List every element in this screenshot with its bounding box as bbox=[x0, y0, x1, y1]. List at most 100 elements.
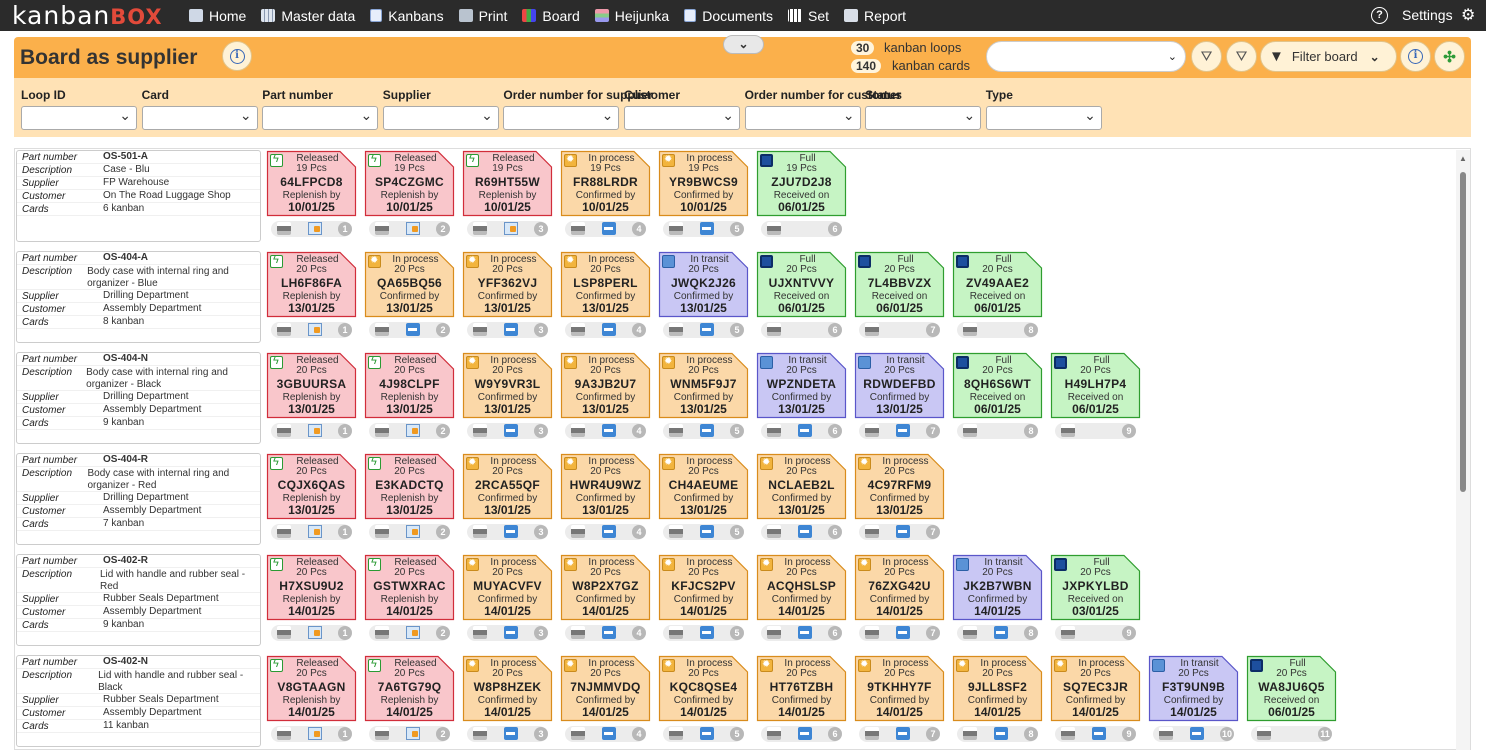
edit-kanban-icon[interactable] bbox=[308, 424, 322, 437]
edit-kanban-icon[interactable] bbox=[406, 626, 420, 639]
print-icon[interactable] bbox=[865, 323, 879, 336]
kanban-card[interactable]: In process20 PcsYFF362VJConfirmed by13/0… bbox=[462, 251, 553, 318]
kanban-card[interactable]: Released20 PcsV8GTAAGNReplenish by14/01/… bbox=[266, 655, 357, 722]
skip-icon[interactable] bbox=[798, 424, 812, 437]
kanban-card[interactable]: Released20 PcsH7XSU9U2Replenish by14/01/… bbox=[266, 554, 357, 621]
print-icon[interactable] bbox=[277, 323, 291, 336]
skip-icon[interactable] bbox=[700, 424, 714, 437]
skip-icon[interactable] bbox=[1190, 727, 1204, 740]
print-icon[interactable] bbox=[571, 525, 585, 538]
print-icon[interactable] bbox=[669, 626, 683, 639]
kanban-card[interactable]: Full 20 Pcs 8QH6S6WT Received on 06/01/25 bbox=[952, 352, 1043, 419]
kanban-card[interactable]: In process20 PcsHWR4U9WZConfirmed by13/0… bbox=[560, 453, 651, 520]
print-icon[interactable] bbox=[865, 525, 879, 538]
kanban-card[interactable]: In transit 20 Pcs F3T9UN9B Confirmed by 14/0… bbox=[1148, 655, 1239, 722]
skip-icon[interactable] bbox=[504, 525, 518, 538]
kanban-card[interactable]: In process20 Pcs7NJMMVDQConfirmed by14/0… bbox=[560, 655, 651, 722]
filter-select[interactable] bbox=[141, 106, 258, 130]
kanban-card[interactable]: In process20 PcsLSP8PERLConfirmed by13/0… bbox=[560, 251, 651, 318]
print-icon[interactable] bbox=[1061, 424, 1075, 437]
nav-item-master-data[interactable]: Master data bbox=[261, 8, 355, 24]
print-icon[interactable] bbox=[571, 222, 585, 235]
skip-icon[interactable] bbox=[602, 222, 616, 235]
skip-icon[interactable] bbox=[700, 323, 714, 336]
print-icon[interactable] bbox=[473, 626, 487, 639]
print-icon[interactable] bbox=[1257, 727, 1271, 740]
add-filter-button[interactable]: ⛛ bbox=[1191, 41, 1222, 72]
collapse-header-button[interactable]: ⌄ bbox=[723, 35, 764, 54]
kanban-card[interactable]: In process20 PcsCH4AEUMEConfirmed by13/0… bbox=[658, 453, 749, 520]
kanban-card[interactable]: Released19 PcsR69HT55WReplenish by10/01/… bbox=[462, 150, 553, 217]
print-icon[interactable] bbox=[277, 222, 291, 235]
skip-icon[interactable] bbox=[504, 323, 518, 336]
print-icon[interactable] bbox=[473, 424, 487, 437]
nav-item-kanbans[interactable]: Kanbans bbox=[370, 8, 444, 24]
kanban-card[interactable]: Released19 PcsSP4CZGMCReplenish by10/01/… bbox=[364, 150, 455, 217]
kanban-card[interactable]: Released20 PcsGSTWXRACReplenish by14/01/… bbox=[364, 554, 455, 621]
print-icon[interactable] bbox=[571, 727, 585, 740]
kanban-card[interactable]: Released20 Pcs4J98CLPFReplenish by13/01/… bbox=[364, 352, 455, 419]
nav-item-set[interactable]: Set bbox=[788, 8, 829, 24]
kanban-card[interactable]: In process19 PcsYR9BWCS9Confirmed by10/0… bbox=[658, 150, 749, 217]
part-info-panel[interactable]: Part number OS-402-N Description Lid with h… bbox=[16, 655, 261, 747]
edit-kanban-icon[interactable] bbox=[406, 424, 420, 437]
part-info-panel[interactable]: Part number OS-402-R Description Lid with h… bbox=[16, 554, 261, 646]
print-icon[interactable] bbox=[473, 323, 487, 336]
filter-board-dropdown[interactable]: ▼ Filter board ⌄ bbox=[1260, 41, 1397, 72]
help-icon[interactable]: ? bbox=[1371, 7, 1388, 24]
kanban-card[interactable]: Full 20 Pcs H49LH7P4 Received on 06/01/25 bbox=[1050, 352, 1141, 419]
skip-icon[interactable] bbox=[896, 525, 910, 538]
kanban-card[interactable]: In process19 PcsFR88LRDRConfirmed by10/0… bbox=[560, 150, 651, 217]
kanban-card[interactable]: In process20 Pcs76ZXG42UConfirmed by14/0… bbox=[854, 554, 945, 621]
print-icon[interactable] bbox=[1061, 727, 1075, 740]
filter-select[interactable] bbox=[985, 106, 1102, 130]
skip-icon[interactable] bbox=[406, 323, 420, 336]
kanban-card[interactable]: In process20 Pcs9JLL8SF2Confirmed by14/0… bbox=[952, 655, 1043, 722]
skip-icon[interactable] bbox=[602, 323, 616, 336]
kanban-card[interactable]: In transit 20 Pcs JWQK2J26 Confirmed by 13/0… bbox=[658, 251, 749, 318]
skip-icon[interactable] bbox=[798, 525, 812, 538]
nav-item-home[interactable]: Home bbox=[189, 8, 246, 24]
skip-icon[interactable] bbox=[700, 525, 714, 538]
skip-icon[interactable] bbox=[602, 424, 616, 437]
print-icon[interactable] bbox=[1159, 727, 1173, 740]
kanban-card[interactable]: In process20 PcsW8P2X7GZConfirmed by14/0… bbox=[560, 554, 651, 621]
kanban-card[interactable]: In process20 PcsSQ7EC3JRConfirmed by14/0… bbox=[1050, 655, 1141, 722]
edit-kanban-icon[interactable] bbox=[308, 626, 322, 639]
kanban-card[interactable]: In transit 20 Pcs WPZNDETA Confirmed by 13/0… bbox=[756, 352, 847, 419]
nav-item-board[interactable]: Board bbox=[522, 8, 580, 24]
skip-icon[interactable] bbox=[504, 626, 518, 639]
kanban-card[interactable]: In transit 20 Pcs RDWDEFBD Confirmed by 13/0… bbox=[854, 352, 945, 419]
print-icon[interactable] bbox=[963, 727, 977, 740]
kanban-card[interactable]: Full 20 Pcs WA8JU6Q5 Received on 06/01/25 bbox=[1246, 655, 1337, 722]
skip-icon[interactable] bbox=[896, 424, 910, 437]
print-icon[interactable] bbox=[669, 222, 683, 235]
filter-select[interactable] bbox=[865, 106, 982, 130]
part-info-panel[interactable]: Part number OS-404-A Description Body case … bbox=[16, 251, 261, 343]
print-icon[interactable] bbox=[375, 626, 389, 639]
print-icon[interactable] bbox=[767, 222, 781, 235]
kanban-card[interactable]: In process20 Pcs9A3JB2U7Confirmed by13/0… bbox=[560, 352, 651, 419]
kanban-card[interactable]: Full 20 Pcs JXPKYLBD Received on 03/01/25 bbox=[1050, 554, 1141, 621]
kanban-card[interactable]: In process20 PcsW9Y9VR3LConfirmed by13/0… bbox=[462, 352, 553, 419]
edit-kanban-icon[interactable] bbox=[406, 525, 420, 538]
kanban-card[interactable]: In process20 PcsQA65BQ56Confirmed by13/0… bbox=[364, 251, 455, 318]
scrollbar-thumb[interactable] bbox=[1460, 172, 1466, 492]
print-icon[interactable] bbox=[277, 525, 291, 538]
skip-icon[interactable] bbox=[994, 626, 1008, 639]
kanban-card[interactable]: In process20 Pcs4C97RFM9Confirmed by13/0… bbox=[854, 453, 945, 520]
print-icon[interactable] bbox=[767, 323, 781, 336]
kanban-card[interactable]: In transit 20 Pcs JK2B7WBN Confirmed by 14/0… bbox=[952, 554, 1043, 621]
print-icon[interactable] bbox=[1061, 626, 1075, 639]
skip-icon[interactable] bbox=[700, 626, 714, 639]
skip-icon[interactable] bbox=[896, 727, 910, 740]
print-icon[interactable] bbox=[375, 727, 389, 740]
fullscreen-button[interactable]: ✣ bbox=[1434, 41, 1465, 72]
kanban-card[interactable]: In process20 Pcs9TKHHY7FConfirmed by14/0… bbox=[854, 655, 945, 722]
print-icon[interactable] bbox=[571, 323, 585, 336]
print-icon[interactable] bbox=[375, 525, 389, 538]
print-icon[interactable] bbox=[963, 323, 977, 336]
kanban-card[interactable]: In process20 PcsACQHSLSPConfirmed by14/0… bbox=[756, 554, 847, 621]
skip-icon[interactable] bbox=[602, 525, 616, 538]
print-icon[interactable] bbox=[963, 626, 977, 639]
